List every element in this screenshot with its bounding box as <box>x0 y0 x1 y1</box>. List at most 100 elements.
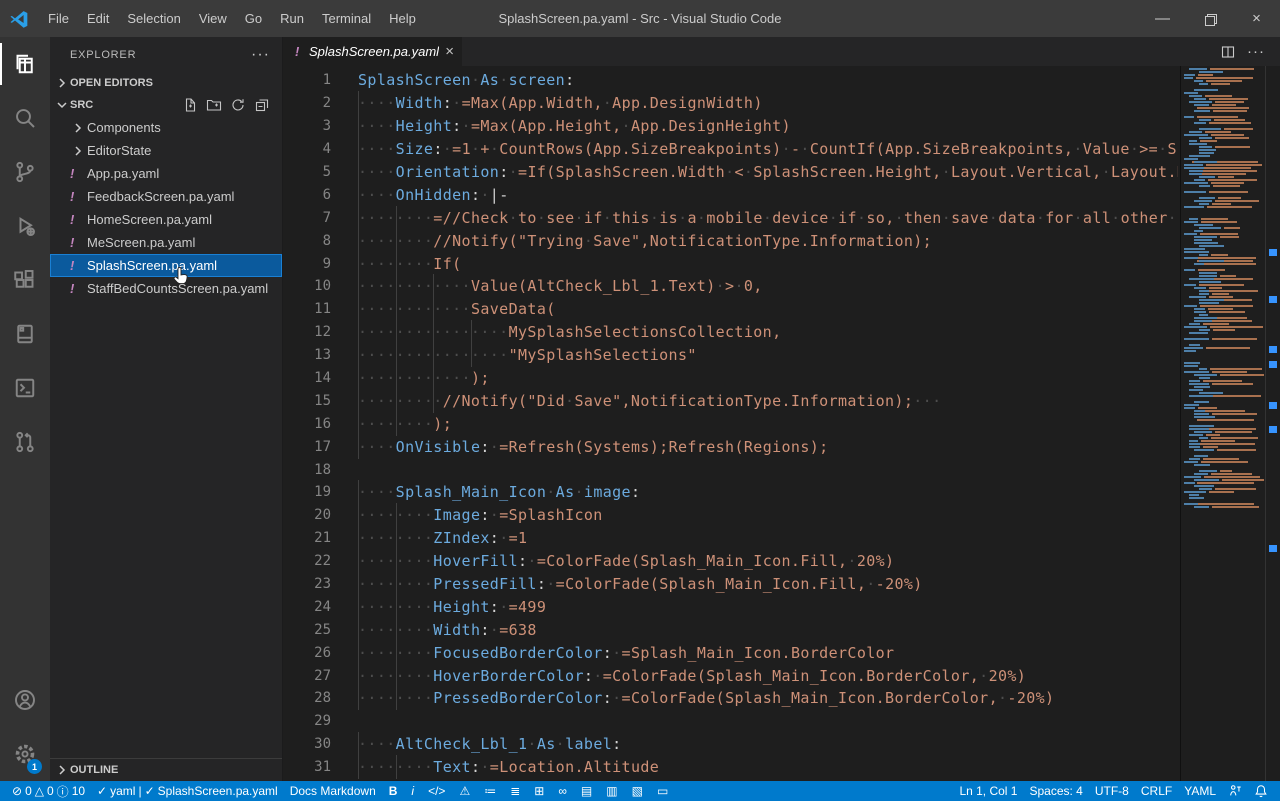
code-line-19[interactable]: 19····Splash_Main_Icon·As·image: <box>283 481 1178 504</box>
code-line-15[interactable]: 15·········//Notify("Did·Save",Notificat… <box>283 389 1178 412</box>
search-icon[interactable] <box>0 91 50 145</box>
settings-gear-icon[interactable]: 1 <box>0 727 50 781</box>
notifications-bell-icon[interactable] <box>1248 784 1274 798</box>
pull-request-icon[interactable] <box>0 415 50 469</box>
code-line-5[interactable]: 5····Orientation:·=If(SplashScreen.Width… <box>283 161 1178 184</box>
code-line-26[interactable]: 26········FocusedBorderColor:·=Splash_Ma… <box>283 641 1178 664</box>
code-editor[interactable]: 1SplashScreen·As·screen:2····Width:·=Max… <box>283 66 1280 781</box>
code-line-16[interactable]: 16········); <box>283 412 1178 435</box>
code-line-6[interactable]: 6····OnHidden:·|- <box>283 183 1178 206</box>
minimap-line <box>1199 437 1258 439</box>
cursor-position[interactable]: Ln 1, Col 1 <box>953 784 1023 798</box>
tree-file-app-pa-yaml[interactable]: !App.pa.yaml <box>50 162 282 185</box>
italic-icon[interactable]: i <box>404 784 421 798</box>
bullet-list-icon[interactable]: ≣ <box>503 784 527 798</box>
open-editors-section[interactable]: OPEN EDITORS <box>50 72 282 94</box>
code-line-21[interactable]: 21········ZIndex:·=1 <box>283 527 1178 550</box>
code-line-12[interactable]: 12················MySplashSelectionsColl… <box>283 321 1178 344</box>
preview-icon[interactable]: ▭ <box>650 784 675 798</box>
alert-icon[interactable]: ⚠ <box>452 784 477 798</box>
feedback-icon[interactable] <box>1222 784 1248 798</box>
link-icon[interactable]: ∞ <box>551 784 574 798</box>
new-folder-icon[interactable] <box>202 95 226 115</box>
menu-terminal[interactable]: Terminal <box>313 0 380 37</box>
code-file-icon[interactable]: ▧ <box>625 784 650 798</box>
menu-view[interactable]: View <box>190 0 236 37</box>
restore-button[interactable] <box>1186 0 1233 37</box>
numbered-list-icon[interactable]: ≔ <box>477 784 503 798</box>
code-line-24[interactable]: 24········Height:·=499 <box>283 595 1178 618</box>
code-line-22[interactable]: 22········HoverFill:·=ColorFade(Splash_M… <box>283 550 1178 573</box>
split-editor-icon[interactable] <box>1214 44 1242 60</box>
refresh-icon[interactable] <box>226 95 250 115</box>
docs-markdown-status[interactable]: Docs Markdown <box>284 784 382 798</box>
code-line-13[interactable]: 13················"MySplashSelections" <box>283 344 1178 367</box>
bold-icon[interactable]: B <box>382 784 405 798</box>
code-line-30[interactable]: 30····AltCheck_Lbl_1·As·label: <box>283 733 1178 756</box>
code-line-14[interactable]: 14············); <box>283 367 1178 390</box>
editor-more-icon[interactable]: ··· <box>1242 43 1270 60</box>
menu-file[interactable]: File <box>39 0 78 37</box>
outline-section[interactable]: OUTLINE <box>50 758 282 781</box>
run-debug-icon[interactable] <box>0 199 50 253</box>
menu-edit[interactable]: Edit <box>78 0 118 37</box>
table-icon[interactable]: ⊞ <box>527 784 551 798</box>
menu-run[interactable]: Run <box>271 0 313 37</box>
tree-folder-components[interactable]: Components <box>50 116 282 139</box>
code-line-11[interactable]: 11············SaveData( <box>283 298 1178 321</box>
menu-go[interactable]: Go <box>236 0 271 37</box>
code-line-2[interactable]: 2····Width:·=Max(App.Width,·App.DesignWi… <box>283 92 1178 115</box>
minimap[interactable] <box>1180 66 1266 781</box>
explorer-more-icon[interactable]: ··· <box>251 46 270 64</box>
code-line-27[interactable]: 27········HoverBorderColor:·=ColorFade(S… <box>283 664 1178 687</box>
code-line-10[interactable]: 10············Value(AltCheck_Lbl_1.Text)… <box>283 275 1178 298</box>
menu-selection[interactable]: Selection <box>118 0 189 37</box>
code-line-3[interactable]: 3····Height:·=Max(App.Height,·App.Design… <box>283 115 1178 138</box>
extensions-icon[interactable] <box>0 253 50 307</box>
code-line-29[interactable]: 29 <box>283 710 1178 733</box>
minimize-button[interactable]: — <box>1139 0 1186 37</box>
problems-status[interactable]: ⊘ 0 △ 0 ⓘ 10 <box>6 783 91 800</box>
language-mode[interactable]: YAML <box>1178 784 1222 798</box>
code-line-25[interactable]: 25········Width:·=638 <box>283 618 1178 641</box>
tree-file-mescreen-pa-yaml[interactable]: !MeScreen.pa.yaml <box>50 231 282 254</box>
code-line-7[interactable]: 7········=//Check·to·see·if·this·is·a·mo… <box>283 206 1178 229</box>
yaml-schema-status[interactable]: ✓ yaml | ✓ SplashScreen.pa.yaml <box>91 784 284 798</box>
tree-folder-editorstate[interactable]: EditorState <box>50 139 282 162</box>
tab-splashscreen[interactable]: ! SplashScreen.pa.yaml × <box>283 37 462 66</box>
encoding-status[interactable]: UTF-8 <box>1089 784 1135 798</box>
code-line-1[interactable]: 1SplashScreen·As·screen: <box>283 69 1178 92</box>
menu-help[interactable]: Help <box>380 0 425 37</box>
save-file-icon[interactable]: ▤ <box>574 784 599 798</box>
code-icon[interactable]: </> <box>421 784 452 798</box>
code-line-8[interactable]: 8········//Notify("Trying·Save",Notifica… <box>283 229 1178 252</box>
terminal-icon[interactable] <box>0 361 50 415</box>
line-number: 12 <box>283 324 331 340</box>
new-file-icon[interactable] <box>178 95 202 115</box>
code-line-23[interactable]: 23········PressedFill:·=ColorFade(Splash… <box>283 573 1178 596</box>
close-button[interactable]: × <box>1233 0 1280 37</box>
minimap-line <box>1189 131 1231 133</box>
code-line-31[interactable]: 31········Text:·=Location.Altitude <box>283 756 1178 779</box>
eol-status[interactable]: CRLF <box>1135 784 1178 798</box>
tree-file-homescreen-pa-yaml[interactable]: !HomeScreen.pa.yaml <box>50 208 282 231</box>
clipboard-icon[interactable]: ▥ <box>599 784 624 798</box>
collapse-folders-icon[interactable] <box>250 95 274 115</box>
tree-file-splashscreen-pa-yaml[interactable]: !SplashScreen.pa.yaml <box>50 254 282 277</box>
tree-file-staffbedcountsscreen-pa-yaml[interactable]: !StaffBedCountsScreen.pa.yaml <box>50 277 282 300</box>
code-line-28[interactable]: 28········PressedBorderColor:·=ColorFade… <box>283 687 1178 710</box>
explorer-icon[interactable] <box>0 37 50 91</box>
src-section-header[interactable]: SRC <box>50 94 282 116</box>
code-line-17[interactable]: 17····OnVisible:·=Refresh(Systems);Refre… <box>283 435 1178 458</box>
tab-close-icon[interactable]: × <box>439 43 454 60</box>
source-control-icon[interactable] <box>0 145 50 199</box>
indentation-status[interactable]: Spaces: 4 <box>1023 784 1088 798</box>
code-line-9[interactable]: 9········If( <box>283 252 1178 275</box>
notebook-icon[interactable] <box>0 307 50 361</box>
overview-ruler[interactable] <box>1266 66 1280 781</box>
account-icon[interactable] <box>0 673 50 727</box>
code-line-20[interactable]: 20········Image:·=SplashIcon <box>283 504 1178 527</box>
code-line-4[interactable]: 4····Size:·=1·+·CountRows(App.SizeBreakp… <box>283 138 1178 161</box>
tree-file-feedbackscreen-pa-yaml[interactable]: !FeedbackScreen.pa.yaml <box>50 185 282 208</box>
code-line-18[interactable]: 18 <box>283 458 1178 481</box>
